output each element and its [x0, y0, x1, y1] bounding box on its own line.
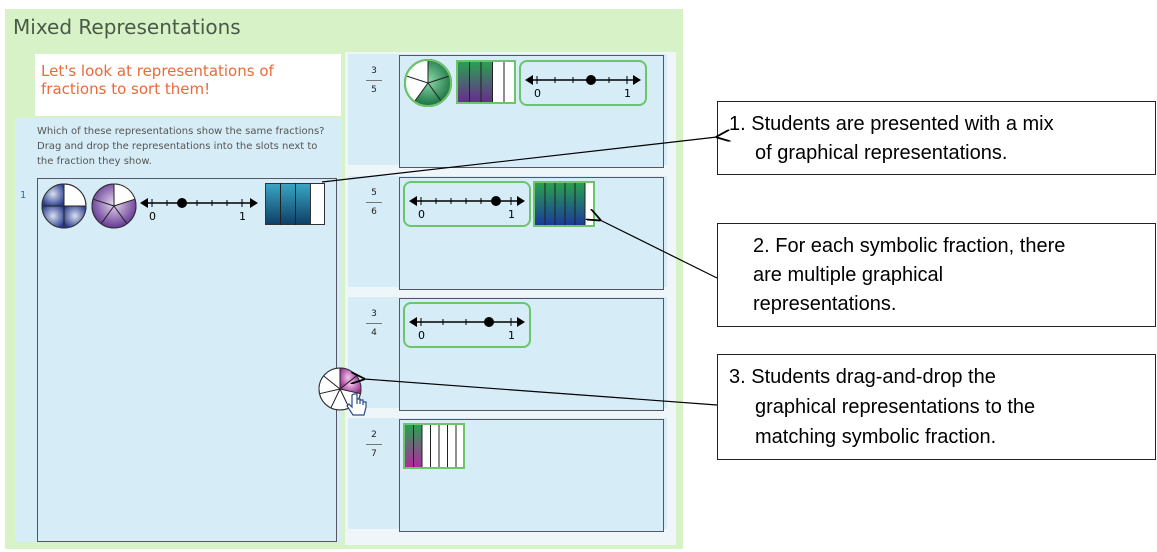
symbolic-fraction: 3 4 [364, 309, 384, 338]
callout-3-line3: matching symbolic fraction. [755, 426, 997, 448]
nl-one-label: 1 [239, 210, 246, 223]
callout-2-line3: representations. [753, 293, 897, 315]
fraction-denominator: 5 [371, 85, 377, 95]
callout-2: 2. For each symbolic fraction, there are… [717, 223, 1156, 327]
drop-zone[interactable]: 0 1 [399, 55, 664, 168]
slots-column: 3 5 0 1 5 6 0 1 3 4 0 1 2 7 [345, 52, 676, 545]
source-area[interactable]: 0 1 [37, 178, 337, 542]
svg-text:1: 1 [624, 87, 631, 100]
fraction-numerator: 2 [371, 430, 377, 440]
fraction-bar-icon[interactable] [265, 183, 325, 225]
circle-fifths-icon[interactable] [403, 58, 453, 108]
fraction-denominator: 7 [371, 449, 377, 459]
svg-text:0: 0 [418, 329, 425, 342]
circle-fifths-icon[interactable] [90, 182, 138, 230]
callout-2-line1: 2. For each symbolic fraction, there [753, 235, 1066, 257]
svg-text:0: 0 [418, 208, 425, 221]
fraction-slot: 3 5 0 1 [348, 54, 667, 168]
number-line-icon[interactable]: 0 1 [519, 60, 647, 106]
source-column: 1 0 1 [15, 176, 341, 542]
fraction-bar-icon[interactable] [403, 423, 465, 469]
drop-zone[interactable]: 0 1 [399, 298, 664, 411]
symbolic-fraction: 2 7 [364, 430, 384, 459]
symbolic-fraction: 3 5 [364, 66, 384, 95]
app-window: Mixed Representations Let's look at repr… [5, 9, 683, 549]
fraction-denominator: 6 [371, 207, 377, 217]
callout-3-line1: 3. Students drag-and-drop the [729, 366, 996, 388]
callout-1-line1: 1. Students are presented with a mix [729, 113, 1054, 135]
heading-text: Let's look at representations of fractio… [41, 62, 274, 98]
number-line-icon[interactable]: 0 1 [403, 302, 531, 348]
fraction-bar-icon[interactable] [533, 181, 595, 227]
callout-3: 3. Students drag-and-drop the graphical … [717, 354, 1156, 460]
drop-zone[interactable] [399, 419, 664, 532]
instructions-text: Which of these representations show the … [37, 126, 325, 167]
number-line-icon[interactable]: 0 1 [140, 189, 258, 225]
callout-1: 1. Students are presented with a mix of … [717, 101, 1156, 175]
symbolic-fraction: 5 6 [364, 188, 384, 217]
fraction-slot: 2 7 [348, 418, 667, 532]
svg-text:0: 0 [534, 87, 541, 100]
instructions-panel: Which of these representations show the … [15, 118, 341, 176]
app-title: Mixed Representations [13, 15, 241, 39]
drop-zone[interactable]: 0 1 [399, 177, 664, 290]
nl-zero-label: 0 [149, 210, 156, 223]
source-index: 1 [20, 190, 27, 201]
fraction-slot: 5 6 0 1 [348, 176, 667, 290]
number-line-icon[interactable]: 0 1 [403, 181, 531, 227]
heading-panel: Let's look at representations of fractio… [35, 54, 341, 116]
fraction-numerator: 5 [371, 188, 377, 198]
fraction-slot: 3 4 0 1 [348, 297, 667, 411]
fraction-numerator: 3 [371, 309, 377, 319]
fraction-bar-icon[interactable] [456, 60, 516, 104]
fraction-denominator: 4 [371, 328, 377, 338]
svg-text:1: 1 [508, 329, 515, 342]
callout-2-line2: are multiple graphical [753, 264, 944, 286]
callout-3-line2: graphical representations to the [755, 396, 1036, 418]
svg-text:1: 1 [508, 208, 515, 221]
circle-quarters-icon[interactable] [40, 182, 88, 230]
dragged-circle-sevenths-icon[interactable] [316, 365, 372, 421]
fraction-numerator: 3 [371, 66, 377, 76]
callout-1-line2: of graphical representations. [755, 142, 1008, 164]
